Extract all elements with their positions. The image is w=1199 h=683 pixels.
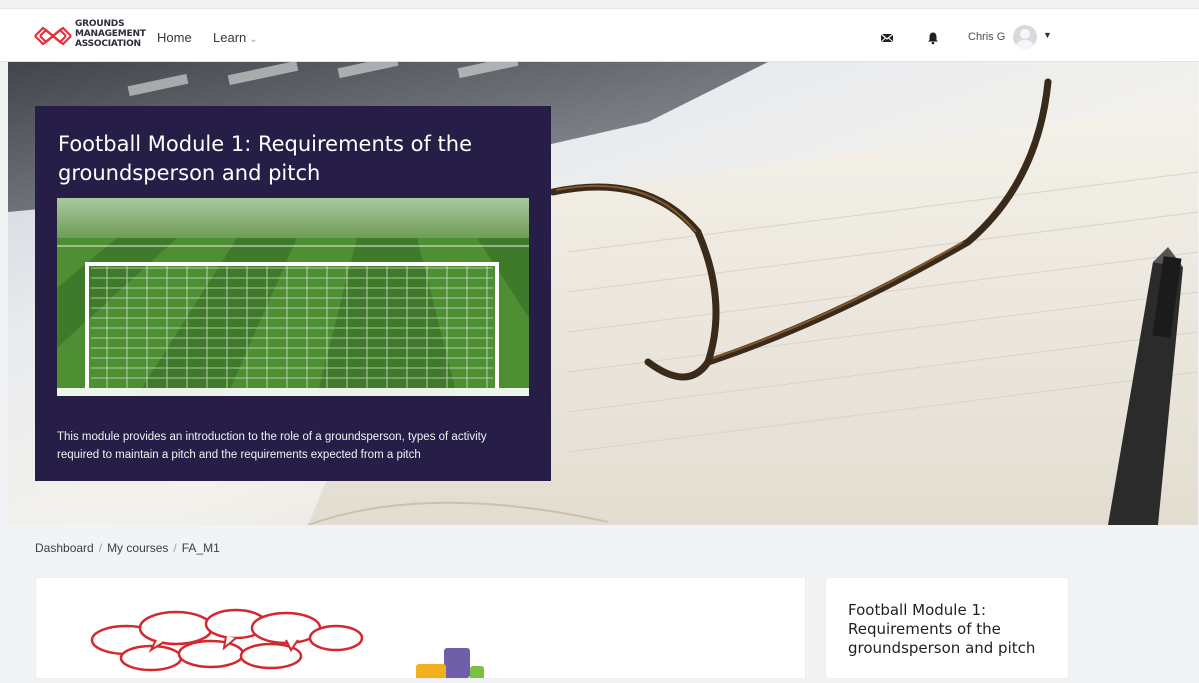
course-image-football-goal <box>57 198 529 396</box>
logo-icon <box>34 26 72 46</box>
logo-wordmark: GROUNDS MANAGEMENT ASSOCIATION <box>75 19 146 49</box>
bell-icon[interactable] <box>926 31 940 45</box>
course-title: Football Module 1: Requirements of the g… <box>58 132 473 185</box>
course-sidebar-card: Football Module 1: Requirements of the g… <box>825 577 1069 679</box>
user-name[interactable]: Chris G <box>968 31 1005 43</box>
avatar-head <box>1020 29 1030 39</box>
top-navbar: GROUNDS MANAGEMENT ASSOCIATION Home Lear… <box>0 0 1199 62</box>
nav-home-link[interactable]: Home <box>157 30 192 45</box>
caret-down-icon[interactable]: ▼ <box>1043 30 1052 40</box>
breadcrumb-current-course[interactable]: FA_M1 <box>182 541 220 555</box>
avatar-body <box>1016 40 1034 49</box>
logo-line-1: GROUNDS <box>75 19 125 29</box>
speech-bubbles-illustration <box>90 608 484 683</box>
nav-learn-label: Learn <box>213 30 247 45</box>
breadcrumb-separator: / <box>98 541 103 555</box>
football-goal-image <box>57 198 529 396</box>
user-avatar[interactable] <box>1013 25 1037 49</box>
course-summary-card: Football Module 1: Requirements of the g… <box>35 106 551 481</box>
browser-strip <box>0 0 1199 9</box>
course-content-card <box>35 577 806 683</box>
logo-line-2: MANAGEMENT <box>75 29 146 39</box>
logo-line-3: ASSOCIATION <box>75 39 141 49</box>
chevron-down-icon: ⌄ <box>249 34 258 45</box>
breadcrumb: Dashboard / My courses / FA_M1 <box>35 541 220 555</box>
nav-learn-menu[interactable]: Learn ⌄ <box>213 30 258 45</box>
sidebar-course-title: Football Module 1: Requirements of the g… <box>848 601 1036 657</box>
envelope-icon[interactable] <box>880 31 894 45</box>
breadcrumb-separator: / <box>173 541 177 555</box>
course-description: This module provides an introduction to … <box>57 431 487 461</box>
site-logo[interactable]: GROUNDS MANAGEMENT ASSOCIATION <box>33 18 146 54</box>
course-hero-banner: Football Module 1: Requirements of the g… <box>8 62 1198 525</box>
breadcrumb-my-courses[interactable]: My courses <box>107 541 168 555</box>
breadcrumb-dashboard[interactable]: Dashboard <box>35 541 94 555</box>
